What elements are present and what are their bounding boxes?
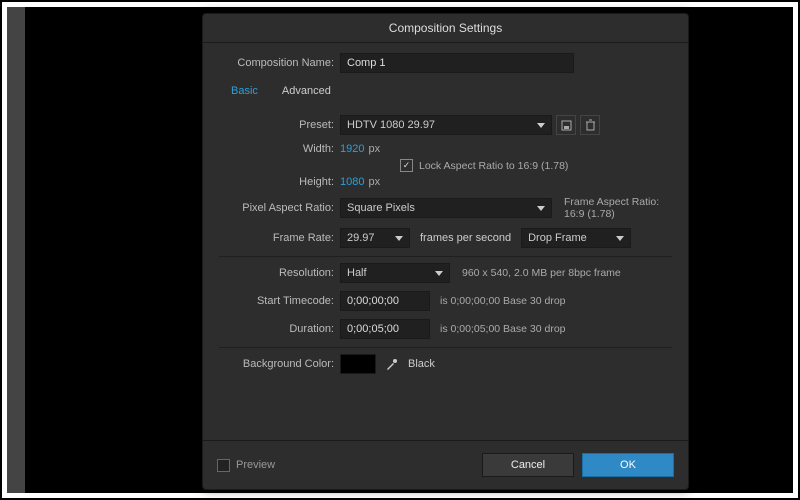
resolution-info: 960 x 540, 2.0 MB per 8bpc frame [462, 267, 621, 279]
cancel-button[interactable]: Cancel [482, 453, 574, 477]
comp-name-input[interactable]: Comp 1 [340, 53, 574, 73]
width-input[interactable]: 1920 [340, 143, 364, 155]
height-input[interactable]: 1080 [340, 176, 364, 188]
chevron-down-icon [537, 123, 545, 128]
preset-select[interactable]: HDTV 1080 29.97 [340, 115, 552, 135]
start-tc-info: is 0;00;00;00 Base 30 drop [440, 295, 566, 307]
preset-value: HDTV 1080 29.97 [347, 116, 435, 134]
chevron-down-icon [435, 271, 443, 276]
resolution-label: Resolution: [219, 267, 334, 279]
dialog-title: Composition Settings [203, 14, 688, 43]
preset-label: Preset: [219, 119, 334, 131]
lock-aspect-label: Lock Aspect Ratio to 16:9 (1.78) [419, 160, 568, 172]
start-tc-input[interactable]: 0;00;00;00 [340, 291, 430, 311]
chevron-down-icon [616, 236, 624, 241]
bg-color-name: Black [408, 358, 435, 370]
fps-suffix: frames per second [420, 232, 511, 244]
bg-color-swatch[interactable] [340, 354, 376, 374]
tabs: Basic Advanced [219, 81, 672, 101]
save-preset-icon [561, 120, 572, 131]
divider [219, 256, 672, 257]
frame-mode-select[interactable]: Drop Frame [521, 228, 631, 248]
ok-button[interactable]: OK [582, 453, 674, 477]
height-label: Height: [219, 176, 334, 188]
par-label: Pixel Aspect Ratio: [219, 202, 334, 214]
par-select[interactable]: Square Pixels [340, 198, 552, 218]
tab-advanced[interactable]: Advanced [270, 81, 343, 101]
fps-value: 29.97 [347, 229, 375, 247]
bg-color-label: Background Color: [219, 358, 334, 370]
preview-label: Preview [236, 459, 275, 471]
start-tc-label: Start Timecode: [219, 295, 334, 307]
resolution-value: Half [347, 264, 367, 282]
canvas-gutter [7, 7, 25, 493]
composition-settings-dialog: Composition Settings Composition Name: C… [202, 13, 689, 490]
save-preset-button[interactable] [556, 115, 576, 135]
delete-preset-button[interactable] [580, 115, 600, 135]
trash-icon [585, 119, 596, 131]
comp-name-label: Composition Name: [219, 57, 334, 69]
far-value: 16:9 (1.78) [564, 208, 659, 220]
duration-info: is 0;00;05;00 Base 30 drop [440, 323, 566, 335]
preview-toggle[interactable]: Preview [217, 459, 275, 472]
width-unit: px [368, 143, 380, 155]
fps-label: Frame Rate: [219, 232, 334, 244]
duration-label: Duration: [219, 323, 334, 335]
par-value: Square Pixels [347, 199, 415, 217]
frame-mode-value: Drop Frame [528, 229, 587, 247]
divider [219, 347, 672, 348]
far-label: Frame Aspect Ratio: [564, 196, 659, 208]
lock-aspect-checkbox[interactable]: ✓ [400, 159, 413, 172]
duration-input[interactable]: 0;00;05;00 [340, 319, 430, 339]
eyedropper-icon [385, 357, 399, 371]
fps-input[interactable]: 29.97 [340, 228, 410, 248]
preview-checkbox[interactable] [217, 459, 230, 472]
chevron-down-icon [537, 206, 545, 211]
eyedropper-button[interactable] [384, 356, 400, 372]
width-label: Width: [219, 143, 334, 155]
tab-basic[interactable]: Basic [219, 81, 270, 101]
height-unit: px [368, 176, 380, 188]
chevron-down-icon [395, 236, 403, 241]
resolution-select[interactable]: Half [340, 263, 450, 283]
